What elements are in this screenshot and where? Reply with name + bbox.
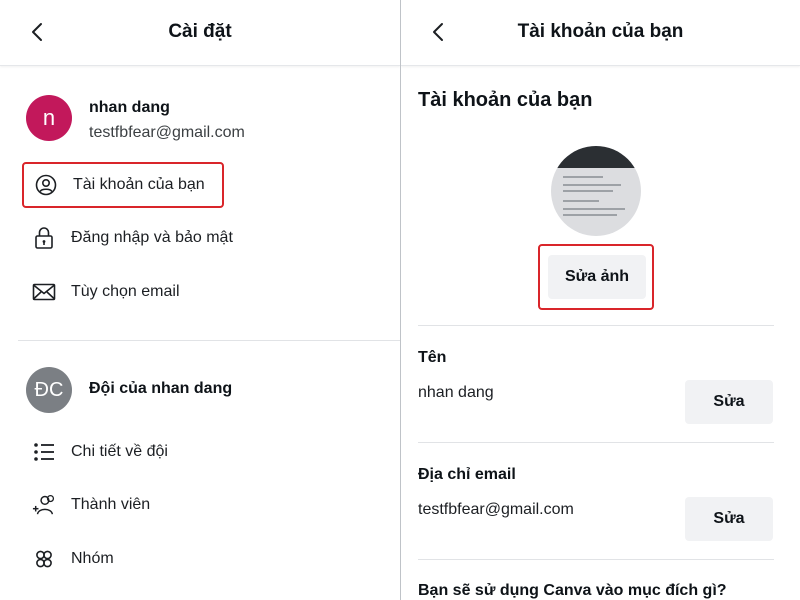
settings-header: Cài đặt	[0, 0, 400, 66]
team-name: Đội của nhan dang	[89, 380, 233, 397]
menu-item-team-details[interactable]: Chi tiết về đội	[22, 429, 322, 475]
group-icon	[32, 547, 56, 571]
menu-item-label: Tài khoản của bạn	[73, 176, 205, 193]
email-field-label: Địa chỉ email	[418, 466, 516, 483]
section-divider	[418, 325, 774, 326]
lock-icon	[32, 226, 56, 250]
name-field-value: nhan dang	[418, 384, 494, 401]
menu-item-members[interactable]: Thành viên	[22, 482, 322, 528]
page-title: Cài đặt	[168, 21, 232, 42]
section-title: Tài khoản của bạn	[418, 89, 593, 111]
edit-photo-button[interactable]: Sửa ảnh	[548, 255, 646, 299]
user-avatar: n	[26, 95, 72, 141]
menu-item-label: Thành viên	[71, 496, 151, 513]
menu-item-label: Chi tiết về đội	[71, 443, 168, 460]
section-divider	[418, 442, 774, 443]
menu-item-email-preferences[interactable]: Tùy chọn email	[22, 269, 322, 315]
envelope-icon	[32, 280, 56, 304]
menu-item-your-account[interactable]: Tài khoản của bạn	[22, 162, 224, 208]
edit-name-button[interactable]: Sửa	[685, 380, 773, 424]
account-panel: Tài khoản của bạn Tài khoản của bạn Sửa …	[401, 0, 800, 600]
menu-item-label: Đăng nhập và bảo mật	[71, 229, 233, 246]
settings-panel: Cài đặt n nhan dang testfbfear@gmail.com…	[0, 0, 400, 600]
account-header: Tài khoản của bạn	[401, 0, 800, 66]
menu-item-login-security[interactable]: Đăng nhập và bảo mật	[22, 215, 322, 261]
add-member-icon	[32, 493, 56, 517]
list-icon	[32, 440, 56, 464]
menu-item-label: Nhóm	[71, 550, 114, 567]
menu-item-groups[interactable]: Nhóm	[22, 536, 322, 582]
section-divider	[18, 340, 400, 341]
profile-name: nhan dang	[89, 99, 170, 116]
section-divider	[418, 559, 774, 560]
team-avatar: ĐC	[26, 367, 72, 413]
name-field-label: Tên	[418, 349, 447, 366]
edit-email-button[interactable]: Sửa	[685, 497, 773, 541]
usage-question: Bạn sẽ sử dụng Canva vào mục đích gì?	[418, 582, 727, 599]
edit-photo-highlight: Sửa ảnh	[538, 244, 654, 310]
page-title: Tài khoản của bạn	[517, 21, 684, 42]
user-circle-icon	[34, 173, 58, 197]
profile-email: testfbfear@gmail.com	[89, 124, 245, 141]
email-field-value: testfbfear@gmail.com	[418, 501, 574, 518]
menu-item-label: Tùy chọn email	[71, 283, 180, 300]
profile-photo	[551, 146, 641, 236]
